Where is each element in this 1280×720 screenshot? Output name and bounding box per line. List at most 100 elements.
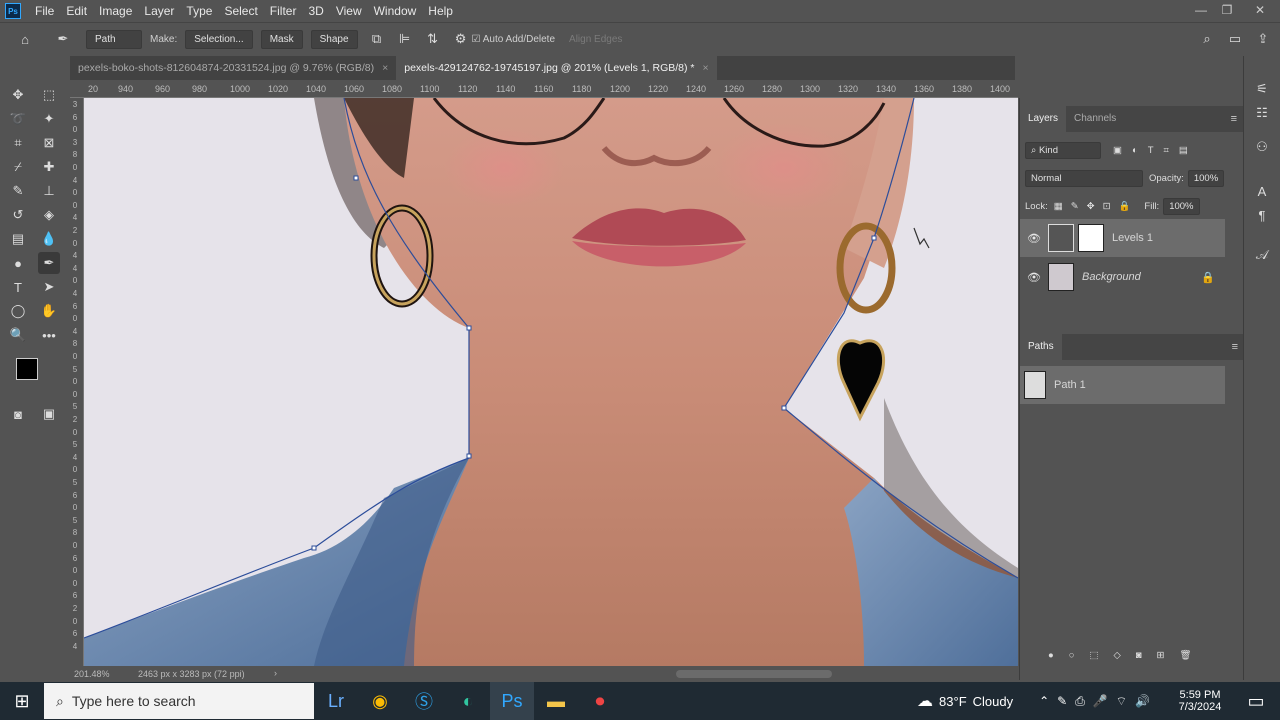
file-explorer-icon[interactable]: ▬: [534, 682, 578, 720]
minimize-icon[interactable]: —: [1188, 0, 1214, 22]
panel-menu-icon[interactable]: ≡: [1231, 113, 1237, 125]
history-brush-tool-icon[interactable]: ↺: [7, 204, 29, 226]
paragraph-icon[interactable]: ¶: [1251, 204, 1273, 226]
menu-window[interactable]: Window: [368, 4, 423, 18]
eye-icon[interactable]: 👁: [1020, 271, 1048, 284]
zoom-level[interactable]: 201.48%: [74, 669, 110, 679]
character-icon[interactable]: A: [1251, 180, 1273, 202]
more-tools-icon[interactable]: •••: [38, 324, 60, 346]
add-mask-icon[interactable]: ◙: [1136, 650, 1157, 661]
foreground-color-swatch[interactable]: [16, 358, 38, 380]
photoshop-taskbar-icon[interactable]: Ps: [490, 682, 534, 720]
libraries-icon[interactable]: ⚇: [1251, 136, 1273, 158]
move-tool-icon[interactable]: ✥: [7, 84, 29, 106]
panel-menu-icon[interactable]: ≡: [1232, 341, 1238, 353]
close-tab-icon[interactable]: ×: [382, 62, 388, 74]
align-edges-checkbox[interactable]: Align Edges: [569, 34, 622, 45]
lasso-tool-icon[interactable]: ➰: [7, 108, 29, 130]
brush-tool-icon[interactable]: ✎: [7, 180, 29, 202]
chrome-icon[interactable]: ◉: [358, 682, 402, 720]
system-tray-icons[interactable]: ⌃✎⎙🎤⌔🔊: [1039, 694, 1158, 709]
clock[interactable]: 5:59 PM 7/3/2024: [1168, 689, 1232, 713]
edge-icon[interactable]: ◐: [446, 682, 490, 720]
shape-button[interactable]: Shape: [310, 29, 358, 49]
path-arrangement-icon[interactable]: ⇅: [424, 30, 442, 48]
selection-button[interactable]: Selection...: [185, 29, 253, 49]
hand-tool-icon[interactable]: ✋: [38, 300, 60, 322]
weather-temp[interactable]: 83°F: [939, 694, 967, 709]
path-operations-icon[interactable]: ⧉: [368, 30, 386, 48]
magic-wand-tool-icon[interactable]: ✦: [38, 108, 60, 130]
crop-tool-icon[interactable]: ⌗: [7, 132, 29, 154]
tab-layers[interactable]: Layers: [1020, 106, 1067, 132]
menu-type[interactable]: Type: [180, 4, 218, 18]
zoom-tool-icon[interactable]: 🔍: [7, 324, 29, 346]
healing-brush-tool-icon[interactable]: ✚: [38, 156, 60, 178]
restore-icon[interactable]: ❐: [1214, 0, 1240, 22]
eye-icon[interactable]: 👁: [1020, 232, 1048, 245]
filter-kind-dropdown[interactable]: ⌕ Kind: [1025, 142, 1101, 159]
menu-view[interactable]: View: [330, 4, 368, 18]
menu-image[interactable]: Image: [93, 4, 138, 18]
lock-icons[interactable]: ▦✎✥⊡🔒: [1054, 201, 1139, 212]
glyphs-icon[interactable]: 𝒜: [1251, 244, 1273, 266]
menu-select[interactable]: Select: [218, 4, 263, 18]
ellipse-tool-icon[interactable]: ◯: [7, 300, 29, 322]
load-selection-icon[interactable]: ⬚: [1090, 650, 1114, 661]
weather-cloud-icon[interactable]: ☁: [917, 691, 933, 711]
layer-row-levels[interactable]: 👁 Levels 1: [1020, 219, 1225, 257]
menu-filter[interactable]: Filter: [264, 4, 303, 18]
stroke-path-icon[interactable]: ○: [1069, 650, 1090, 661]
new-path-icon[interactable]: ⊞: [1157, 650, 1180, 661]
menu-help[interactable]: Help: [422, 4, 459, 18]
path-row[interactable]: Path 1: [1020, 366, 1225, 404]
eyedropper-tool-icon[interactable]: ⌿: [7, 156, 29, 178]
taskbar-search-box[interactable]: ⌕ Type here to search: [44, 683, 314, 719]
fill-path-icon[interactable]: ●: [1048, 650, 1069, 661]
pen-tool-icon[interactable]: ✒: [38, 252, 60, 274]
document-canvas[interactable]: [84, 98, 1018, 666]
layer-mask-thumbnail[interactable]: [1078, 224, 1104, 252]
type-tool-icon[interactable]: T: [7, 276, 29, 298]
blend-mode-dropdown[interactable]: Normal: [1025, 170, 1143, 187]
weather-desc[interactable]: Cloudy: [973, 694, 1013, 709]
pen-tool-preset-icon[interactable]: ✒: [54, 30, 72, 48]
menu-file[interactable]: File: [29, 4, 60, 18]
tab-document-1[interactable]: pexels-boko-shots-812604874-20331524.jpg…: [70, 56, 397, 80]
adjustments-icon[interactable]: ⚟: [1251, 78, 1273, 100]
clone-stamp-tool-icon[interactable]: ⊥: [38, 180, 60, 202]
menu-layer[interactable]: Layer: [138, 4, 180, 18]
path-alignment-icon[interactable]: ⊫: [396, 30, 414, 48]
path-selection-tool-icon[interactable]: ➤: [38, 276, 60, 298]
screen-mode-icon[interactable]: ▣: [38, 403, 60, 425]
windows-start-icon[interactable]: ⊞: [0, 682, 44, 720]
delete-path-icon[interactable]: 🗑: [1180, 650, 1207, 661]
recorder-icon[interactable]: ⏺: [578, 682, 622, 720]
dodge-tool-icon[interactable]: ●: [7, 252, 29, 274]
close-icon[interactable]: ✕: [1240, 0, 1280, 22]
opacity-field[interactable]: 100%: [1187, 170, 1225, 187]
mask-button[interactable]: Mask: [260, 29, 303, 49]
eraser-tool-icon[interactable]: ◈: [38, 204, 60, 226]
properties-icon[interactable]: ☷: [1251, 102, 1273, 124]
menu-3d[interactable]: 3D: [302, 4, 329, 18]
close-tab-icon[interactable]: ×: [703, 62, 709, 74]
blur-tool-icon[interactable]: 💧: [38, 228, 60, 250]
home-icon[interactable]: ⌂: [16, 30, 34, 48]
search-icon[interactable]: ⌕: [1198, 30, 1216, 48]
gradient-tool-icon[interactable]: ▤: [7, 228, 29, 250]
horizontal-scrollbar[interactable]: [676, 670, 832, 678]
make-path-icon[interactable]: ◇: [1113, 650, 1135, 661]
quick-mask-icon[interactable]: ◙: [7, 403, 29, 425]
skype-icon[interactable]: Ⓢ: [402, 682, 446, 720]
chevron-right-icon[interactable]: ›: [274, 668, 277, 678]
fill-field[interactable]: 100%: [1163, 198, 1200, 215]
notifications-icon[interactable]: ▭: [1232, 682, 1280, 720]
layer-filter-icons[interactable]: ▣◐T⌗▤: [1113, 145, 1198, 156]
tool-mode-dropdown[interactable]: Path: [86, 29, 142, 49]
tab-channels[interactable]: Channels: [1066, 106, 1124, 132]
auto-add-delete-checkbox[interactable]: ☑ Auto Add/Delete: [472, 34, 555, 45]
menu-edit[interactable]: Edit: [60, 4, 93, 18]
share-icon[interactable]: ⇪: [1254, 30, 1272, 48]
tab-document-2[interactable]: pexels-429124762-19745197.jpg @ 201% (Le…: [396, 56, 717, 80]
